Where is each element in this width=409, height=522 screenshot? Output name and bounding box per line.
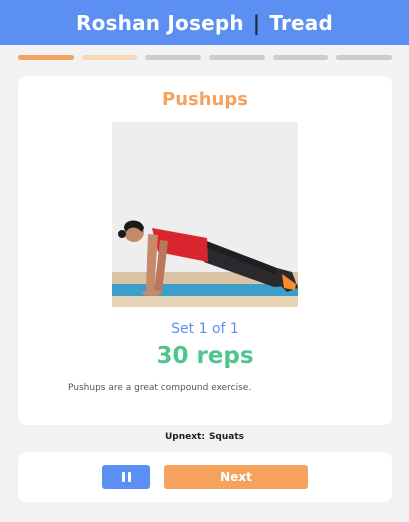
title-separator: | bbox=[252, 10, 261, 35]
up-next: Upnext: Squats bbox=[0, 432, 409, 442]
progress-segment bbox=[272, 55, 329, 60]
pause-button[interactable] bbox=[102, 465, 150, 489]
progress-segment bbox=[18, 55, 74, 60]
app-header: Roshan Joseph | Tread bbox=[0, 0, 409, 45]
pushup-illustration bbox=[112, 122, 298, 307]
user-name: Roshan Joseph bbox=[76, 10, 244, 35]
up-next-exercise: Squats bbox=[208, 432, 245, 442]
progress-segment bbox=[336, 55, 393, 60]
next-button[interactable]: Next bbox=[164, 465, 308, 489]
progress-segment bbox=[145, 55, 202, 60]
exercise-title: Pushups bbox=[162, 89, 248, 110]
app-name: Tread bbox=[269, 10, 333, 35]
set-counter: Set 1 of 1 bbox=[171, 321, 239, 337]
workout-progress bbox=[18, 55, 393, 61]
pause-icon bbox=[121, 472, 125, 482]
controls-bar: Next bbox=[18, 452, 392, 502]
up-next-label: Upnext: bbox=[164, 432, 205, 442]
progress-segment bbox=[209, 55, 265, 60]
reps-count: 30 reps bbox=[156, 343, 254, 369]
pushup-photo bbox=[112, 122, 298, 307]
progress-segment bbox=[81, 55, 138, 60]
pause-icon bbox=[127, 472, 131, 482]
exercise-card: Pushups Set 1 of 1 30 reps Pushups are a… bbox=[18, 76, 392, 425]
exercise-description: Pushups are a great compound exercise. bbox=[68, 383, 252, 393]
